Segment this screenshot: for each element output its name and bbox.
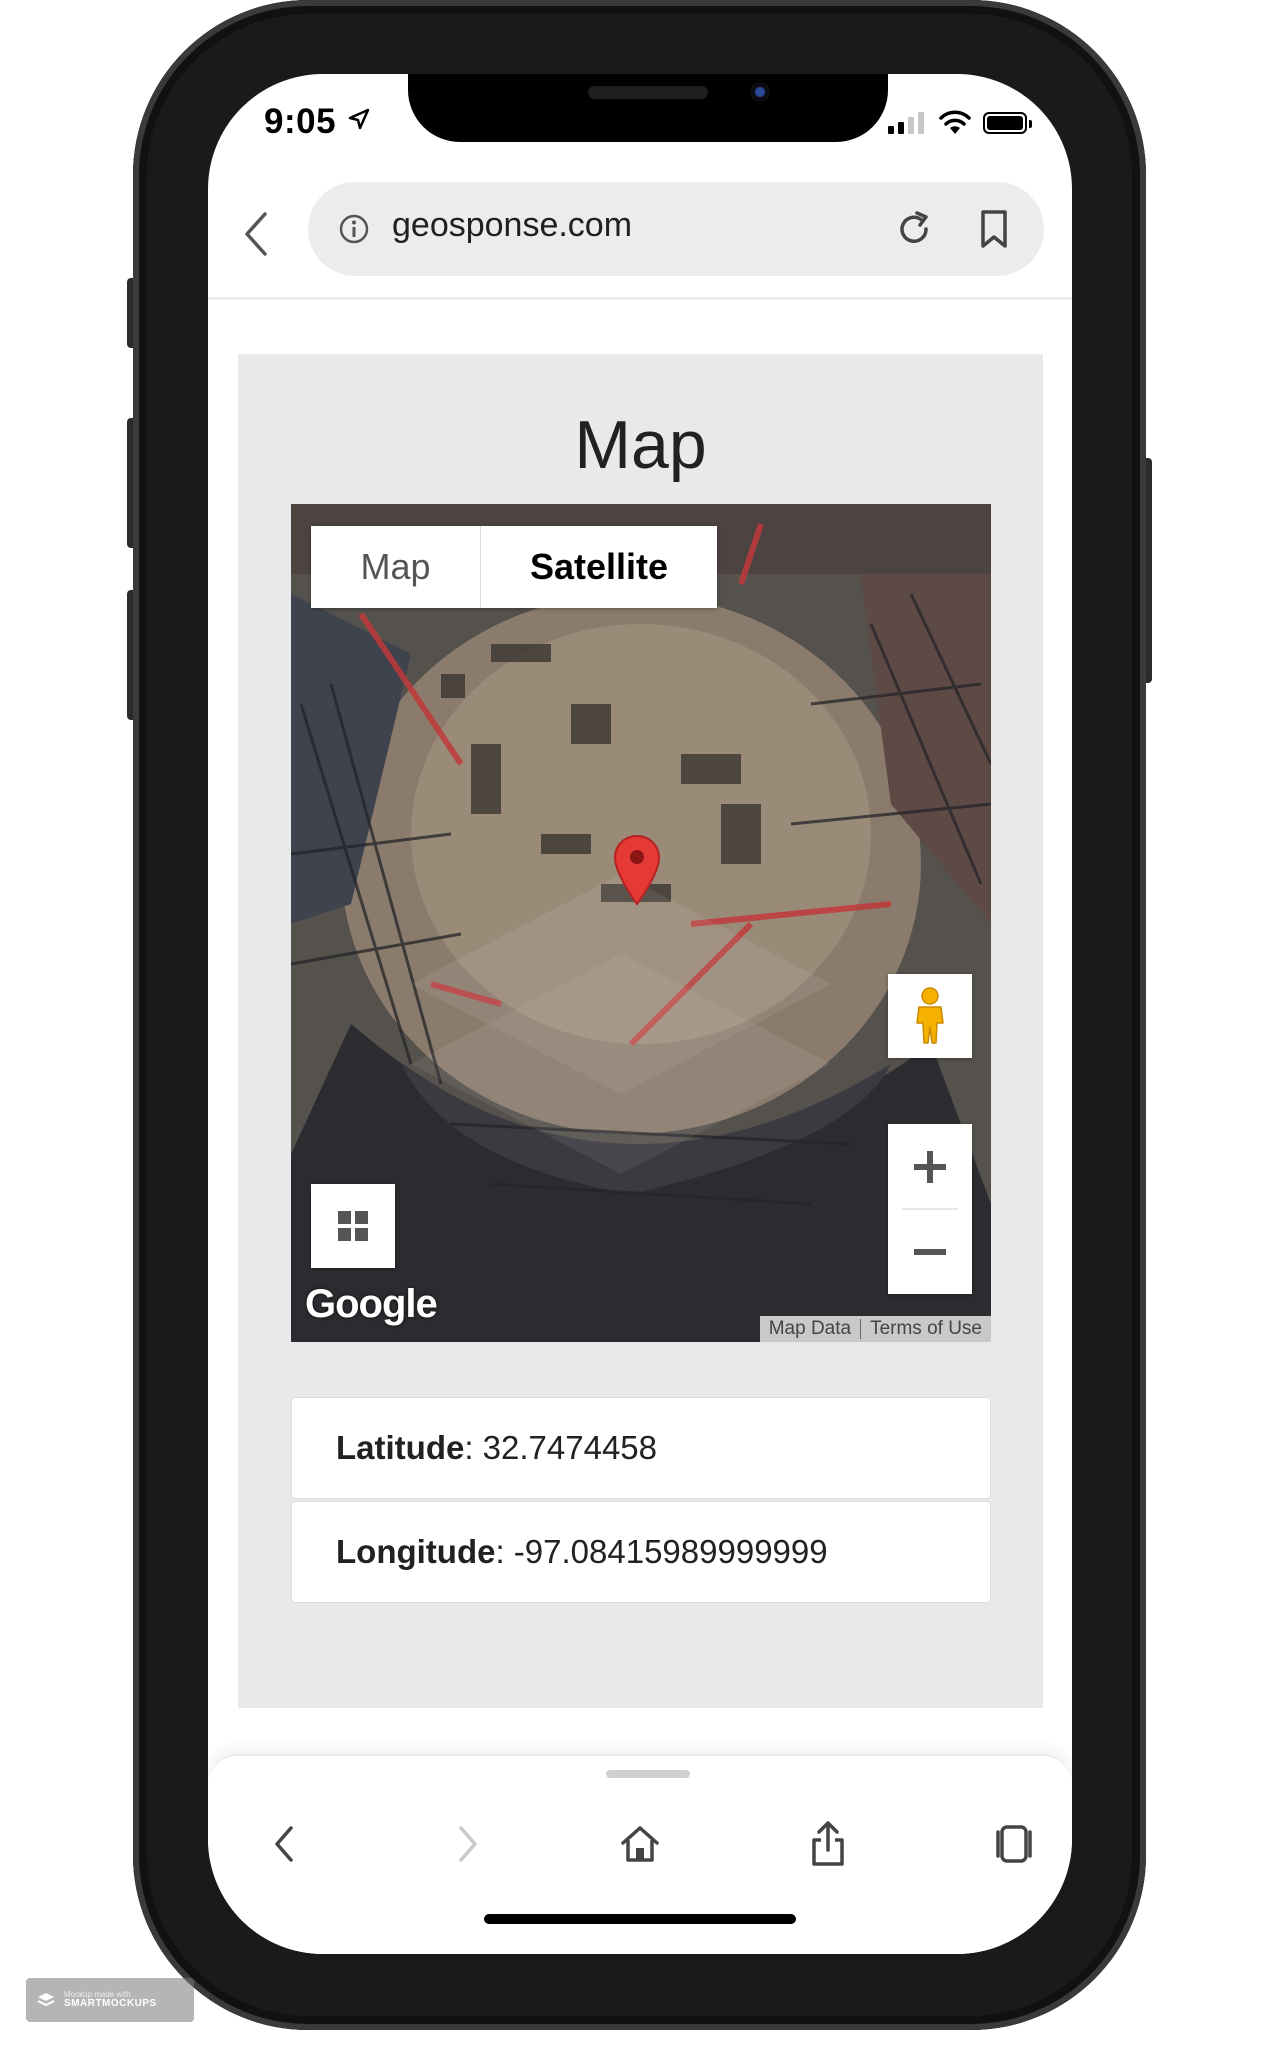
smartmockups-watermark: Mockup made with SMARTMOCKUPS — [26, 1978, 194, 2022]
battery-icon — [983, 112, 1032, 134]
latitude-label: Latitude — [336, 1429, 465, 1466]
notch — [408, 74, 888, 142]
share-icon — [812, 1821, 844, 1866]
grid-layers-icon — [338, 1211, 368, 1241]
toolbar-forward-button[interactable] — [440, 1816, 496, 1872]
home-indicator[interactable] — [484, 1914, 796, 1924]
zoom-control — [888, 1124, 972, 1294]
terms-of-use-link[interactable]: Terms of Use — [861, 1318, 991, 1340]
zoom-separator — [902, 1208, 958, 1210]
watermark-line2: SMARTMOCKUPS — [64, 1998, 157, 2009]
map-marker-icon[interactable] — [613, 834, 661, 906]
zoom-in-button[interactable] — [888, 1124, 972, 1209]
latitude-card: Latitude : 32.7474458 — [291, 1397, 991, 1499]
info-icon[interactable] — [338, 213, 370, 245]
browser-toolbar — [208, 1754, 1072, 1954]
address-bar[interactable]: geosponse.com — [308, 182, 1044, 276]
zoom-out-button[interactable] — [888, 1209, 972, 1294]
map-type-map-button[interactable]: Map — [311, 526, 481, 608]
longitude-value: : -97.08415989999999 — [495, 1533, 828, 1570]
latitude-value: : 32.7474458 — [464, 1429, 658, 1466]
phone-screen: 9:05 geosponse.com Map Map Satellite Goo… — [208, 74, 1072, 1954]
toolbar-back-button[interactable] — [256, 1816, 312, 1872]
back-arrow-icon — [275, 1826, 293, 1862]
satellite-imagery[interactable] — [291, 504, 991, 1342]
toolbar-share-button[interactable] — [800, 1816, 856, 1872]
plus-icon — [914, 1150, 946, 1183]
map-type-control: Map Satellite — [311, 526, 717, 608]
url-text[interactable]: geosponse.com — [392, 206, 632, 245]
map-layers-button[interactable] — [311, 1184, 395, 1268]
map-view[interactable]: Map Satellite Google Map Data Terms of U… — [291, 504, 991, 1342]
bookmark-icon[interactable] — [976, 208, 1012, 250]
home-icon — [621, 1826, 659, 1862]
minus-icon — [914, 1248, 946, 1255]
street-view-button[interactable] — [888, 974, 972, 1058]
wifi-icon — [939, 110, 971, 134]
longitude-card: Longitude : -97.08415989999999 — [291, 1501, 991, 1603]
longitude-label: Longitude — [336, 1533, 496, 1570]
chevron-left-icon — [245, 212, 267, 256]
reload-icon[interactable] — [893, 208, 935, 250]
page-title: Map — [574, 407, 707, 483]
status-time: 9:05 — [264, 102, 337, 141]
toolbar-grabber[interactable] — [606, 1770, 690, 1778]
cellular-signal-icon — [888, 112, 924, 134]
toolbar-home-button[interactable] — [612, 1816, 668, 1872]
page-content: Map Map Satellite Google Map Data Terms … — [238, 354, 1043, 1708]
layers-logo-icon — [37, 1993, 55, 2007]
browser-back-button[interactable] — [236, 204, 276, 264]
map-type-satellite-button[interactable]: Satellite — [481, 526, 717, 608]
tabs-icon — [996, 1825, 1032, 1863]
speaker-grille — [588, 86, 708, 99]
address-bar-divider — [208, 297, 1072, 300]
forward-arrow-icon — [459, 1826, 477, 1862]
front-camera — [750, 82, 770, 102]
google-logo[interactable]: Google — [305, 1282, 438, 1327]
map-data-link[interactable]: Map Data — [760, 1318, 860, 1340]
location-arrow-icon — [348, 108, 370, 130]
pegman-icon — [916, 987, 944, 1044]
map-attribution: Map Data Terms of Use — [759, 1316, 991, 1342]
toolbar-tabs-button[interactable] — [986, 1816, 1042, 1872]
